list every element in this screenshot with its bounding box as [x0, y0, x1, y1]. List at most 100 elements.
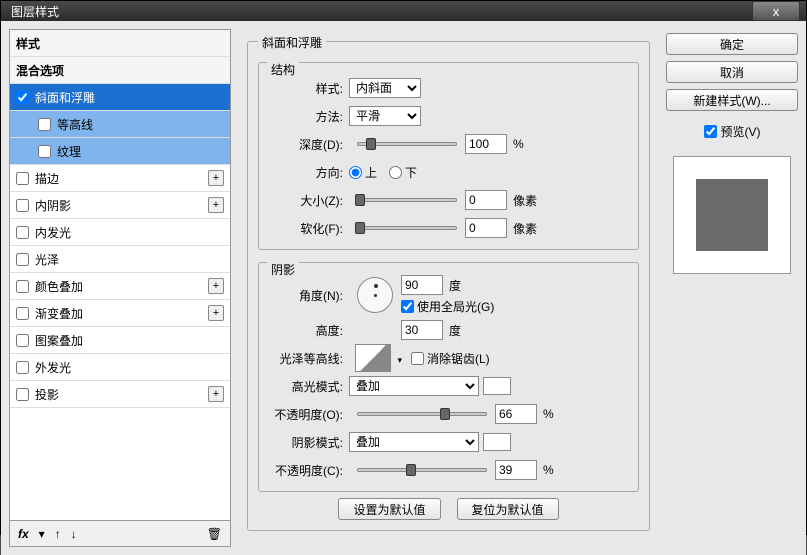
blending-options-header[interactable]: 混合选项	[10, 57, 230, 84]
style-item-checkbox[interactable]	[16, 91, 29, 104]
style-item-label: 投影	[35, 386, 59, 403]
angle-unit: 度	[449, 277, 461, 294]
shadow-opacity-slider[interactable]	[357, 468, 487, 472]
style-item-1[interactable]: 等高线	[10, 111, 230, 138]
soften-label: 软化(F):	[265, 220, 349, 237]
style-item-label: 斜面和浮雕	[35, 89, 95, 106]
style-item-checkbox[interactable]	[16, 199, 29, 212]
style-item-label: 外发光	[35, 359, 71, 376]
depth-unit: %	[513, 137, 524, 151]
style-item-checkbox[interactable]	[16, 280, 29, 293]
style-item-11[interactable]: 投影 +	[10, 381, 230, 408]
ok-button[interactable]: 确定	[666, 33, 798, 55]
highlight-mode-label: 高光模式:	[265, 378, 349, 395]
method-label: 方法:	[265, 108, 349, 125]
style-item-checkbox[interactable]	[16, 334, 29, 347]
soften-slider[interactable]	[357, 226, 457, 230]
structure-title: 结构	[267, 61, 299, 78]
style-item-8[interactable]: 渐变叠加 +	[10, 300, 230, 327]
fx-caret-icon[interactable]: ▾	[39, 527, 45, 541]
chevron-down-icon[interactable]: ▾	[397, 355, 402, 366]
style-item-checkbox[interactable]	[16, 361, 29, 374]
cancel-button[interactable]: 取消	[666, 61, 798, 83]
highlight-color-swatch[interactable]	[483, 377, 511, 395]
reset-default-button[interactable]: 复位为默认值	[457, 498, 559, 520]
layer-style-dialog: 图层样式 x 样式 混合选项 斜面和浮雕等高线纹理描边+内阴影+内发光光泽颜色叠…	[0, 0, 807, 535]
anti-alias-checkbox[interactable]: 消除锯齿(L)	[411, 350, 490, 367]
angle-input[interactable]	[401, 275, 443, 295]
bevel-group: 斜面和浮雕 结构 样式: 内斜面 方法: 平滑 深度(D):	[247, 41, 650, 531]
add-effect-icon[interactable]: +	[208, 386, 224, 402]
dialog-body: 样式 混合选项 斜面和浮雕等高线纹理描边+内阴影+内发光光泽颜色叠加+渐变叠加+…	[1, 21, 806, 555]
styles-panel: 样式 混合选项 斜面和浮雕等高线纹理描边+内阴影+内发光光泽颜色叠加+渐变叠加+…	[9, 29, 231, 547]
style-item-checkbox[interactable]	[16, 388, 29, 401]
direction-down-radio[interactable]: 下	[389, 164, 417, 181]
style-select[interactable]: 内斜面	[349, 78, 421, 98]
style-item-label: 内发光	[35, 224, 71, 241]
style-item-checkbox[interactable]	[16, 253, 29, 266]
highlight-opacity-label: 不透明度(O):	[265, 406, 349, 423]
style-item-checkbox[interactable]	[16, 172, 29, 185]
style-item-label: 颜色叠加	[35, 278, 83, 295]
style-label: 样式:	[265, 80, 349, 97]
action-panel: 确定 取消 新建样式(W)... 预览(V)	[666, 29, 798, 547]
highlight-opacity-unit: %	[543, 407, 554, 421]
style-item-4[interactable]: 内阴影+	[10, 192, 230, 219]
move-up-icon[interactable]: ↑	[55, 527, 61, 541]
style-item-6[interactable]: 光泽	[10, 246, 230, 273]
gloss-contour-picker[interactable]: ▾	[355, 344, 391, 372]
style-item-checkbox[interactable]	[16, 226, 29, 239]
style-item-label: 等高线	[57, 116, 93, 133]
add-effect-icon[interactable]: +	[208, 305, 224, 321]
depth-slider[interactable]	[357, 142, 457, 146]
altitude-unit: 度	[449, 322, 461, 339]
style-item-checkbox[interactable]	[16, 307, 29, 320]
soften-unit: 像素	[513, 220, 537, 237]
make-default-button[interactable]: 设置为默认值	[338, 498, 440, 520]
highlight-mode-select[interactable]: 叠加	[349, 376, 479, 396]
preview-checkbox[interactable]: 预览(V)	[666, 123, 798, 140]
options-panel: 斜面和浮雕 结构 样式: 内斜面 方法: 平滑 深度(D):	[239, 29, 658, 547]
direction-up-radio[interactable]: 上	[349, 164, 377, 181]
shadow-mode-select[interactable]: 叠加	[349, 432, 479, 452]
style-item-label: 光泽	[35, 251, 59, 268]
depth-label: 深度(D):	[265, 136, 349, 153]
style-item-3[interactable]: 描边 +	[10, 165, 230, 192]
depth-input[interactable]	[465, 134, 507, 154]
soften-input[interactable]	[465, 218, 507, 238]
style-item-2[interactable]: 纹理	[10, 138, 230, 165]
style-item-checkbox[interactable]	[38, 145, 51, 158]
style-item-label: 描边	[35, 170, 59, 187]
altitude-input[interactable]	[401, 320, 443, 340]
styles-footer: fx ▾ ↑ ↓ 🗑	[10, 520, 230, 546]
style-item-9[interactable]: 图案叠加	[10, 327, 230, 354]
highlight-opacity-input[interactable]	[495, 404, 537, 424]
style-item-10[interactable]: 外发光	[10, 354, 230, 381]
shadow-color-swatch[interactable]	[483, 433, 511, 451]
shadow-opacity-input[interactable]	[495, 460, 537, 480]
global-light-checkbox[interactable]: 使用全局光(G)	[401, 298, 494, 315]
add-effect-icon[interactable]: +	[208, 197, 224, 213]
structure-group: 结构 样式: 内斜面 方法: 平滑 深度(D): %	[258, 62, 639, 250]
close-button[interactable]: x	[752, 1, 800, 21]
shadow-opacity-label: 不透明度(C):	[265, 462, 349, 479]
style-item-5[interactable]: 内发光	[10, 219, 230, 246]
method-select[interactable]: 平滑	[349, 106, 421, 126]
fx-label[interactable]: fx	[18, 527, 29, 541]
new-style-button[interactable]: 新建样式(W)...	[666, 89, 798, 111]
angle-dial[interactable]	[357, 277, 393, 313]
style-item-label: 图案叠加	[35, 332, 83, 349]
highlight-opacity-slider[interactable]	[357, 412, 487, 416]
direction-label: 方向:	[265, 164, 349, 181]
style-item-7[interactable]: 颜色叠加 +	[10, 273, 230, 300]
size-input[interactable]	[465, 190, 507, 210]
style-item-label: 渐变叠加	[35, 305, 83, 322]
style-item-0[interactable]: 斜面和浮雕	[10, 84, 230, 111]
move-down-icon[interactable]: ↓	[71, 527, 77, 541]
trash-icon[interactable]: 🗑	[207, 527, 222, 541]
style-item-checkbox[interactable]	[38, 118, 51, 131]
add-effect-icon[interactable]: +	[208, 170, 224, 186]
styles-header[interactable]: 样式	[10, 30, 230, 57]
add-effect-icon[interactable]: +	[208, 278, 224, 294]
size-slider[interactable]	[357, 198, 457, 202]
